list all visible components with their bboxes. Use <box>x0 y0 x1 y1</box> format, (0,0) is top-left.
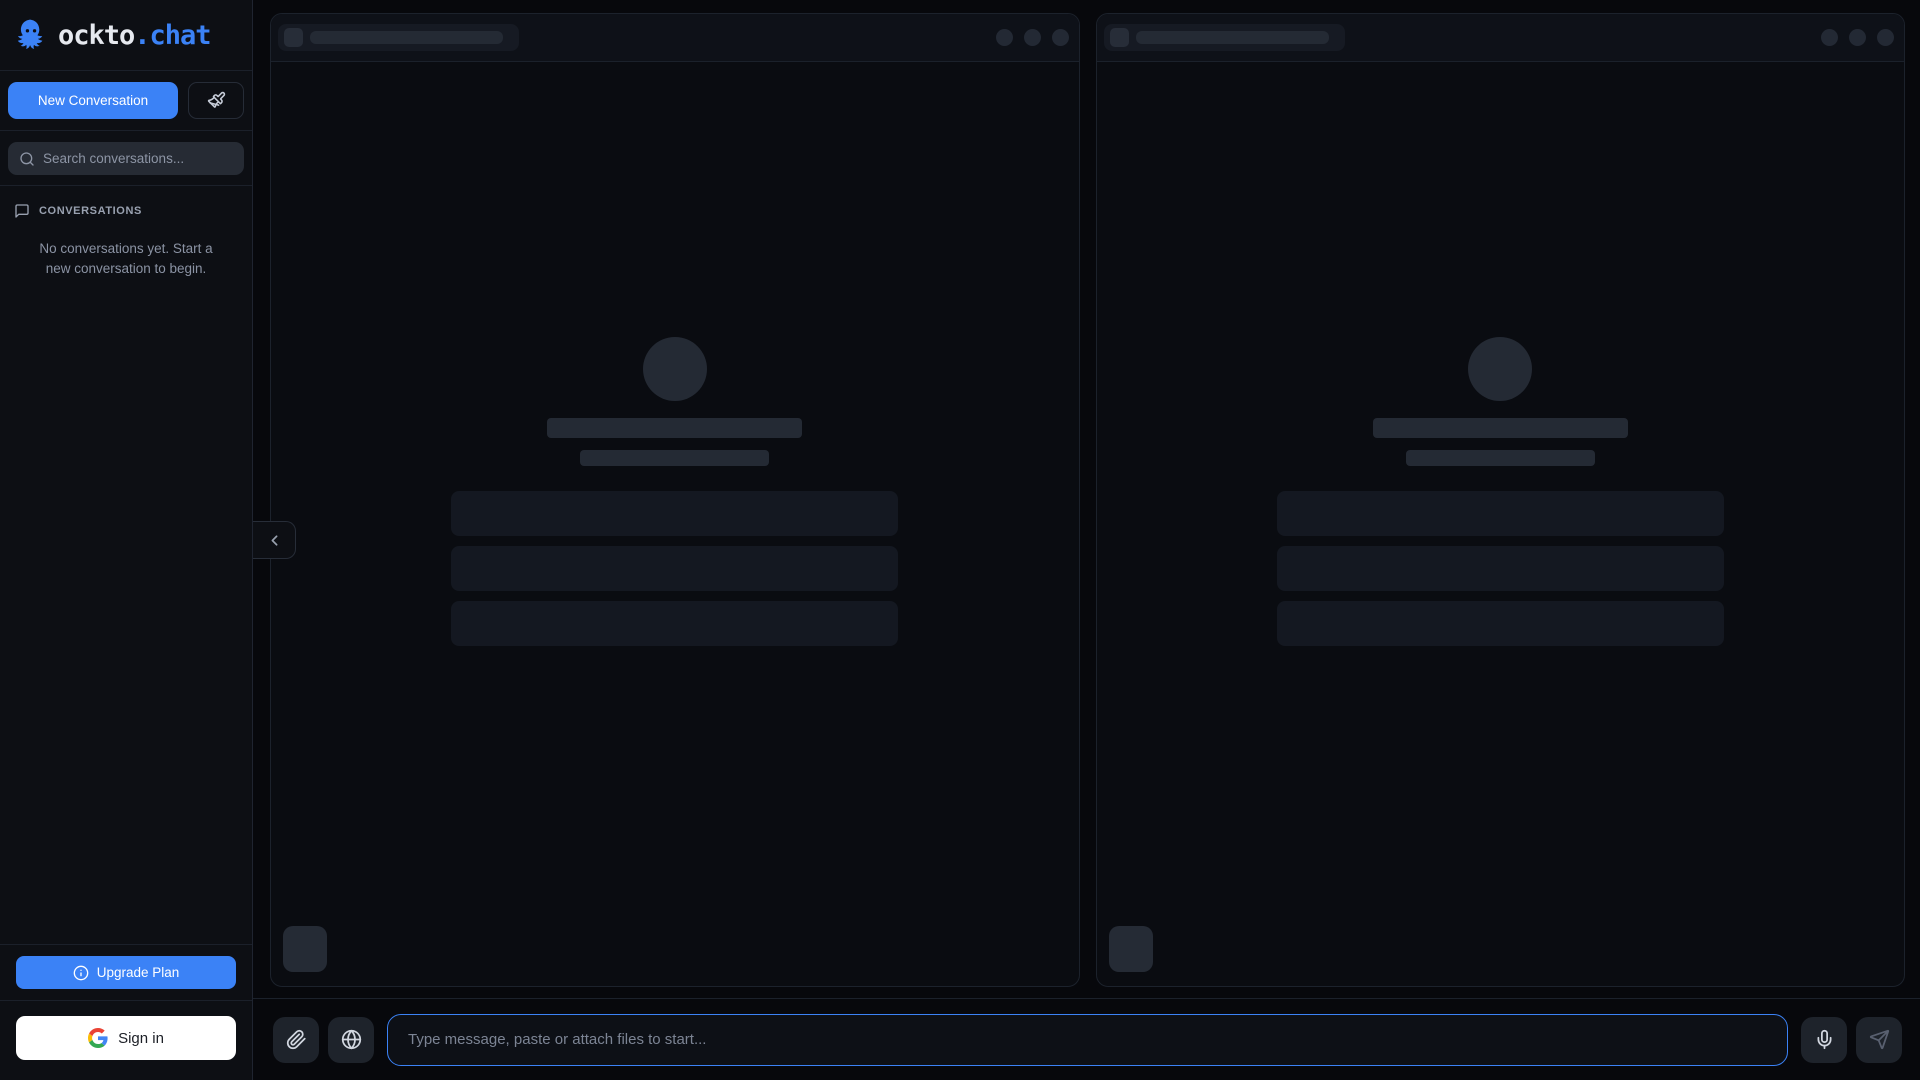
header-action-dot <box>1051 29 1069 46</box>
theme-brush-button[interactable] <box>188 82 244 119</box>
panel-1-body <box>271 62 1079 986</box>
mic-icon <box>1814 1029 1835 1050</box>
panel-1-header-actions-skeleton <box>995 29 1069 46</box>
google-sign-in-button[interactable]: Sign in <box>16 1016 236 1060</box>
new-conversation-button[interactable]: New Conversation <box>8 82 178 119</box>
model-selector-skeleton <box>1103 24 1345 51</box>
search-section <box>0 131 252 186</box>
voice-input-button[interactable] <box>1801 1016 1847 1063</box>
message-input[interactable] <box>387 1013 1788 1066</box>
title-skeleton <box>1372 418 1628 438</box>
sidebar-actions: New Conversation <box>0 71 252 131</box>
send-icon <box>1869 1029 1890 1050</box>
composer-bar <box>253 998 1920 1080</box>
header-action-dot <box>1023 29 1041 46</box>
conversations-label: CONVERSATIONS <box>39 205 142 217</box>
panel-1-corner-skeleton <box>283 926 327 972</box>
subtitle-skeleton <box>1405 450 1595 466</box>
chat-panel-2 <box>1095 13 1905 987</box>
panel-1-header <box>271 14 1079 62</box>
collapse-sidebar-button[interactable] <box>253 521 296 559</box>
globe-icon <box>341 1029 362 1050</box>
model-icon-skeleton <box>284 28 303 47</box>
sign-in-label: Sign in <box>118 1029 164 1047</box>
conversations-section-header: CONVERSATIONS <box>0 186 252 225</box>
subtitle-skeleton <box>580 450 770 466</box>
paperclip-icon <box>286 1029 307 1050</box>
panel-2-header <box>1096 14 1904 62</box>
avatar-skeleton <box>642 337 707 401</box>
send-message-button[interactable] <box>1856 1016 1902 1063</box>
chat-panels <box>253 0 1920 998</box>
signin-section: Sign in <box>0 1000 252 1080</box>
panel-2-corner-skeleton <box>1108 926 1153 972</box>
upgrade-plan-button[interactable]: Upgrade Plan <box>16 956 236 989</box>
web-search-button[interactable] <box>328 1016 374 1063</box>
message-skeleton <box>1276 491 1724 536</box>
google-icon <box>88 1028 108 1048</box>
search-box[interactable] <box>8 142 244 175</box>
search-conversations-input[interactable] <box>43 151 233 166</box>
message-skeleton <box>451 491 899 536</box>
model-icon-skeleton <box>1109 28 1129 47</box>
brand-title-primary: ockto <box>58 19 135 51</box>
message-skeleton <box>1276 601 1724 646</box>
message-square-icon <box>14 203 30 219</box>
header-action-dot <box>995 29 1013 46</box>
model-name-skeleton <box>1135 31 1329 44</box>
message-skeleton <box>451 546 899 591</box>
info-icon <box>73 965 89 981</box>
brand-title-accent: .chat <box>134 19 211 51</box>
main-area <box>253 0 1920 1080</box>
search-icon <box>19 151 35 167</box>
octopus-icon <box>12 16 50 54</box>
header-action-dot <box>1877 29 1894 46</box>
header-action-dot <box>1849 29 1866 46</box>
sidebar: ockto.chat New Conversation Search conve… <box>0 0 253 1080</box>
panel-2-header-actions-skeleton <box>1821 29 1894 46</box>
message-skeleton <box>1276 546 1724 591</box>
chat-panel-1 <box>270 13 1080 987</box>
header-action-dot <box>1821 29 1838 46</box>
model-selector-skeleton <box>278 24 519 51</box>
brand-logo[interactable]: ockto.chat <box>0 0 252 71</box>
empty-conversations-text: No conversations yet. Start a new conver… <box>39 241 213 276</box>
chevron-left-icon <box>266 532 283 549</box>
brand-title: ockto.chat <box>58 19 212 51</box>
panel-2-body <box>1097 62 1905 986</box>
avatar-skeleton <box>1468 337 1533 401</box>
title-skeleton <box>547 418 803 438</box>
model-name-skeleton <box>310 31 503 44</box>
upgrade-plan-label: Upgrade Plan <box>96 965 180 980</box>
paintbrush-icon <box>207 91 226 110</box>
message-skeleton <box>451 601 899 646</box>
upgrade-section: Upgrade Plan <box>0 944 252 1000</box>
attach-file-button[interactable] <box>273 1016 319 1063</box>
